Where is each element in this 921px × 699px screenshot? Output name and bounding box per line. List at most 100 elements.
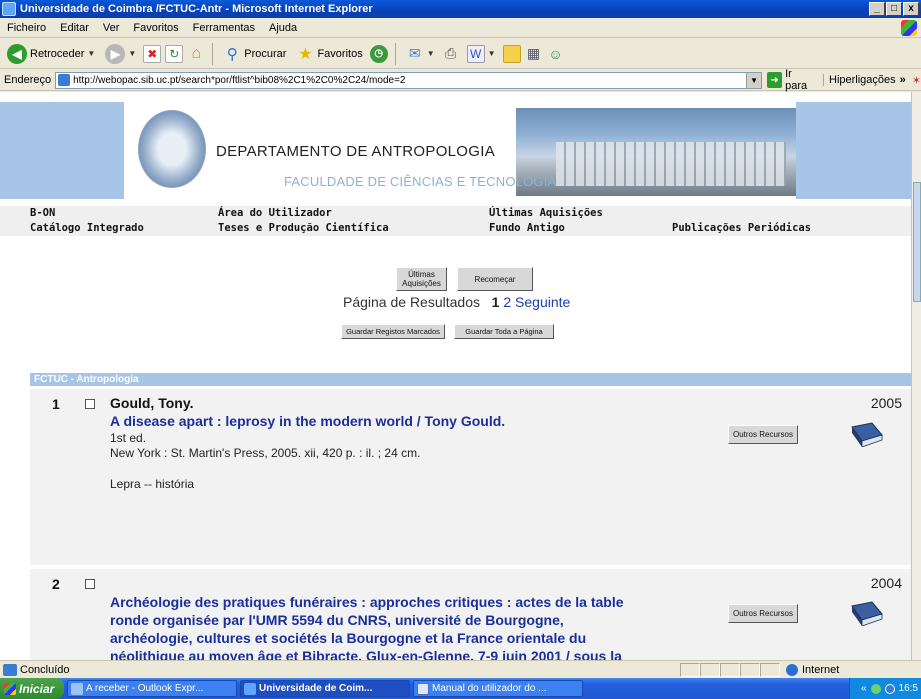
save-marked-button[interactable]: Guardar Registos Marcados <box>341 324 445 339</box>
research-icon[interactable]: ▦ <box>525 45 543 63</box>
outros-recursos-button[interactable]: Outros Recursos <box>728 604 798 623</box>
refresh-icon[interactable]: ↻ <box>165 44 184 63</box>
recomecar-button[interactable]: Recomeçar <box>457 267 533 291</box>
chevron-down-icon: ▼ <box>487 49 496 58</box>
word-icon <box>417 682 429 695</box>
zone-indicator: Internet <box>786 663 839 676</box>
toolbar-extra-icon[interactable]: ✶ <box>912 74 921 87</box>
task-ie[interactable]: Universidade de Coim... <box>240 680 410 697</box>
go-button[interactable]: ➜ Ir para <box>767 68 815 92</box>
page-2-link[interactable]: 2 <box>503 294 511 310</box>
back-label: Retroceder <box>30 47 85 60</box>
save-page-button[interactable]: Guardar Toda a Página <box>454 324 554 339</box>
nav-ultimas-aquisicoes[interactable]: Últimas Aquisições <box>489 207 603 219</box>
nav-publicacoes-periodicas[interactable]: Publicações Periódicas <box>672 222 811 234</box>
outros-recursos-button[interactable]: Outros Recursos <box>728 425 798 444</box>
search-label: Procurar <box>244 47 287 60</box>
minimize-button[interactable]: _ <box>869 2 885 16</box>
start-button[interactable]: Iniciar <box>0 678 64 699</box>
menu-bar: Ficheiro Editar Ver Favoritos Ferramenta… <box>0 18 921 38</box>
nav-catalogo-integrado[interactable]: Catálogo Integrado <box>30 222 144 234</box>
outlook-icon <box>71 682 83 695</box>
book-icon[interactable] <box>850 600 884 626</box>
close-button[interactable]: x <box>903 2 919 16</box>
address-dropdown-icon[interactable]: ▼ <box>746 72 762 88</box>
task-outlook[interactable]: A receber - Outlook Expr... <box>67 680 237 697</box>
favorites-label: Favoritos <box>317 47 363 60</box>
messenger-tray-icon[interactable] <box>884 683 895 694</box>
windows-logo-icon <box>901 20 917 36</box>
menu-ficheiro[interactable]: Ficheiro <box>0 22 53 34</box>
result-edition: 1st ed. <box>110 431 147 445</box>
book-icon[interactable] <box>850 421 884 447</box>
back-button[interactable]: ◀ Retroceder ▼ <box>4 42 98 66</box>
result-checkbox[interactable] <box>85 579 95 589</box>
result-title[interactable]: A disease apart : leprosy in the modern … <box>110 412 640 430</box>
menu-favoritos[interactable]: Favoritos <box>126 22 185 34</box>
folder-icon[interactable] <box>502 44 521 63</box>
edit-button[interactable]: W ▼ <box>464 43 499 65</box>
ie-icon <box>244 682 256 695</box>
search-button[interactable]: ⚲ Procurar <box>220 43 289 65</box>
result-year: 2004 <box>870 575 902 591</box>
nav-fundo-antigo[interactable]: Fundo Antigo <box>489 222 565 234</box>
system-tray: « 16:5 <box>849 678 921 699</box>
maximize-button[interactable]: □ <box>886 2 902 16</box>
address-input[interactable]: http://webopac.sib.uc.pt/search*por/ftli… <box>55 71 763 89</box>
star-icon: ★ <box>298 45 313 63</box>
print-icon[interactable]: ⎙ <box>442 45 460 63</box>
status-bar: Concluído Internet <box>0 660 921 678</box>
start-label: Iniciar <box>19 681 55 696</box>
page-icon <box>58 74 71 86</box>
history-icon[interactable]: ◷ <box>369 44 388 63</box>
department-name: DEPARTAMENTO DE ANTROPOLOGIA <box>216 143 496 160</box>
menu-editar[interactable]: Editar <box>53 22 96 34</box>
stop-icon[interactable]: ✖ <box>143 44 162 63</box>
forward-arrow-icon: ▶ <box>105 43 126 64</box>
menu-ver[interactable]: Ver <box>96 22 127 34</box>
result-checkbox[interactable] <box>85 399 95 409</box>
menu-ajuda[interactable]: Ajuda <box>262 22 304 34</box>
ultimas-aquisicoes-button[interactable]: Últimas Aquisições <box>396 267 447 291</box>
search-icon: ⚲ <box>226 45 238 63</box>
chevron-right-icon[interactable]: » <box>900 74 906 86</box>
next-page-link[interactable]: Seguinte <box>515 294 570 310</box>
status-cell <box>700 662 720 677</box>
chevron-down-icon: ▼ <box>426 49 435 58</box>
clock: 16:5 <box>898 683 918 694</box>
task-word[interactable]: Manual do utilizador do ... <box>413 680 583 697</box>
building-photo <box>516 108 796 196</box>
tray-expand-icon[interactable]: « <box>861 683 867 694</box>
network-icon[interactable] <box>870 683 881 694</box>
favorites-button[interactable]: ★ Favoritos <box>293 43 365 65</box>
go-arrow-icon: ➜ <box>767 72 783 88</box>
separator <box>394 42 396 65</box>
status-cell <box>720 662 740 677</box>
result-subject[interactable]: Lepra -- história <box>110 477 194 492</box>
result-number: 1 <box>52 396 60 412</box>
menu-ferramentas[interactable]: Ferramentas <box>186 22 262 34</box>
links-button[interactable]: Hiperligações <box>823 74 896 86</box>
nav-b-on[interactable]: B-ON <box>30 207 55 219</box>
nav-teses[interactable]: Teses e Produção Científica <box>218 222 389 234</box>
mail-button[interactable]: ✉ ▼ <box>403 43 438 65</box>
nav-area-utilizador[interactable]: Área do Utilizador <box>218 207 332 219</box>
word-icon: W <box>466 44 485 63</box>
nav-row-1: B-ON Área do Utilizador Últimas Aquisiçõ… <box>0 206 911 221</box>
nav-row-2: Catálogo Integrado Teses e Produção Cien… <box>0 221 911 236</box>
messenger-icon[interactable]: ☺ <box>547 45 565 63</box>
back-arrow-icon: ◀ <box>7 43 27 64</box>
forward-button[interactable]: ▶ ▼ <box>102 42 139 66</box>
chevron-down-icon: ▼ <box>128 49 137 58</box>
scrollbar-thumb[interactable] <box>913 182 921 302</box>
header-banner: DEPARTAMENTO DE ANTROPOLOGIA FACULDADE D… <box>124 102 796 199</box>
result-title[interactable]: Archéologie des pratiques funéraires : a… <box>110 593 640 660</box>
status-cell <box>760 662 780 677</box>
window-title: Universidade de Coimbra /FCTUC-Antr - Mi… <box>20 3 373 15</box>
home-icon[interactable]: ⌂ <box>187 45 205 63</box>
university-seal-logo <box>138 110 206 188</box>
vertical-scrollbar[interactable] <box>911 92 921 660</box>
taskbar: Iniciar A receber - Outlook Expr... Univ… <box>0 678 921 699</box>
separator <box>212 42 214 65</box>
result-author[interactable]: Gould, Tony. <box>110 395 193 411</box>
